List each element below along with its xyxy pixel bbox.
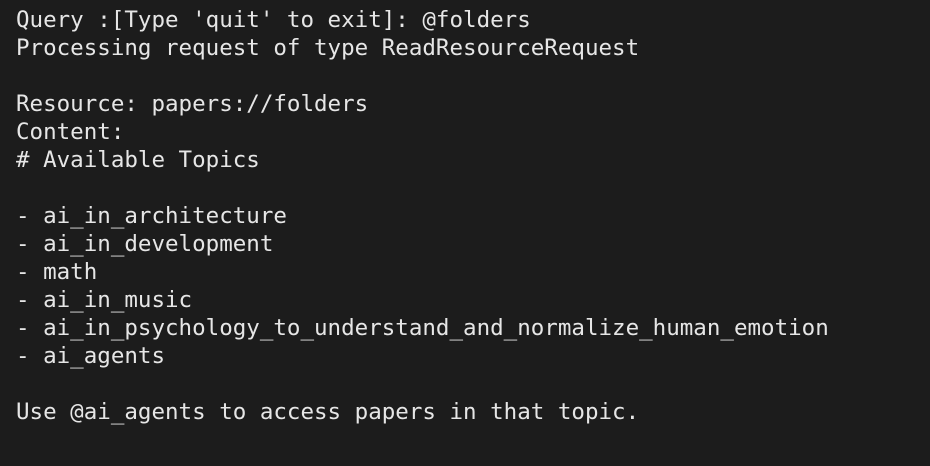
topic-list-item: - ai_in_development bbox=[16, 231, 274, 257]
topic-list-item: - ai_in_music bbox=[16, 287, 193, 313]
content-label: Content: bbox=[16, 119, 125, 145]
topic-list-item: - ai_in_architecture bbox=[16, 203, 287, 229]
resource-line: Resource: papers://folders bbox=[16, 91, 369, 117]
usage-hint-line: Use @ai_agents to access papers in that … bbox=[16, 399, 640, 425]
topic-list-item: - math bbox=[16, 259, 98, 285]
topic-list-item: - ai_in_psychology_to_understand_and_nor… bbox=[16, 315, 829, 341]
processing-status-line: Processing request of type ReadResourceR… bbox=[16, 35, 640, 61]
topics-heading: # Available Topics bbox=[16, 147, 260, 173]
terminal-window[interactable]: Query :[Type 'quit' to exit]: @folders P… bbox=[0, 0, 930, 466]
topic-list-item: - ai_agents bbox=[16, 343, 166, 369]
query-prompt-line: Query :[Type 'quit' to exit]: @folders bbox=[16, 7, 531, 33]
